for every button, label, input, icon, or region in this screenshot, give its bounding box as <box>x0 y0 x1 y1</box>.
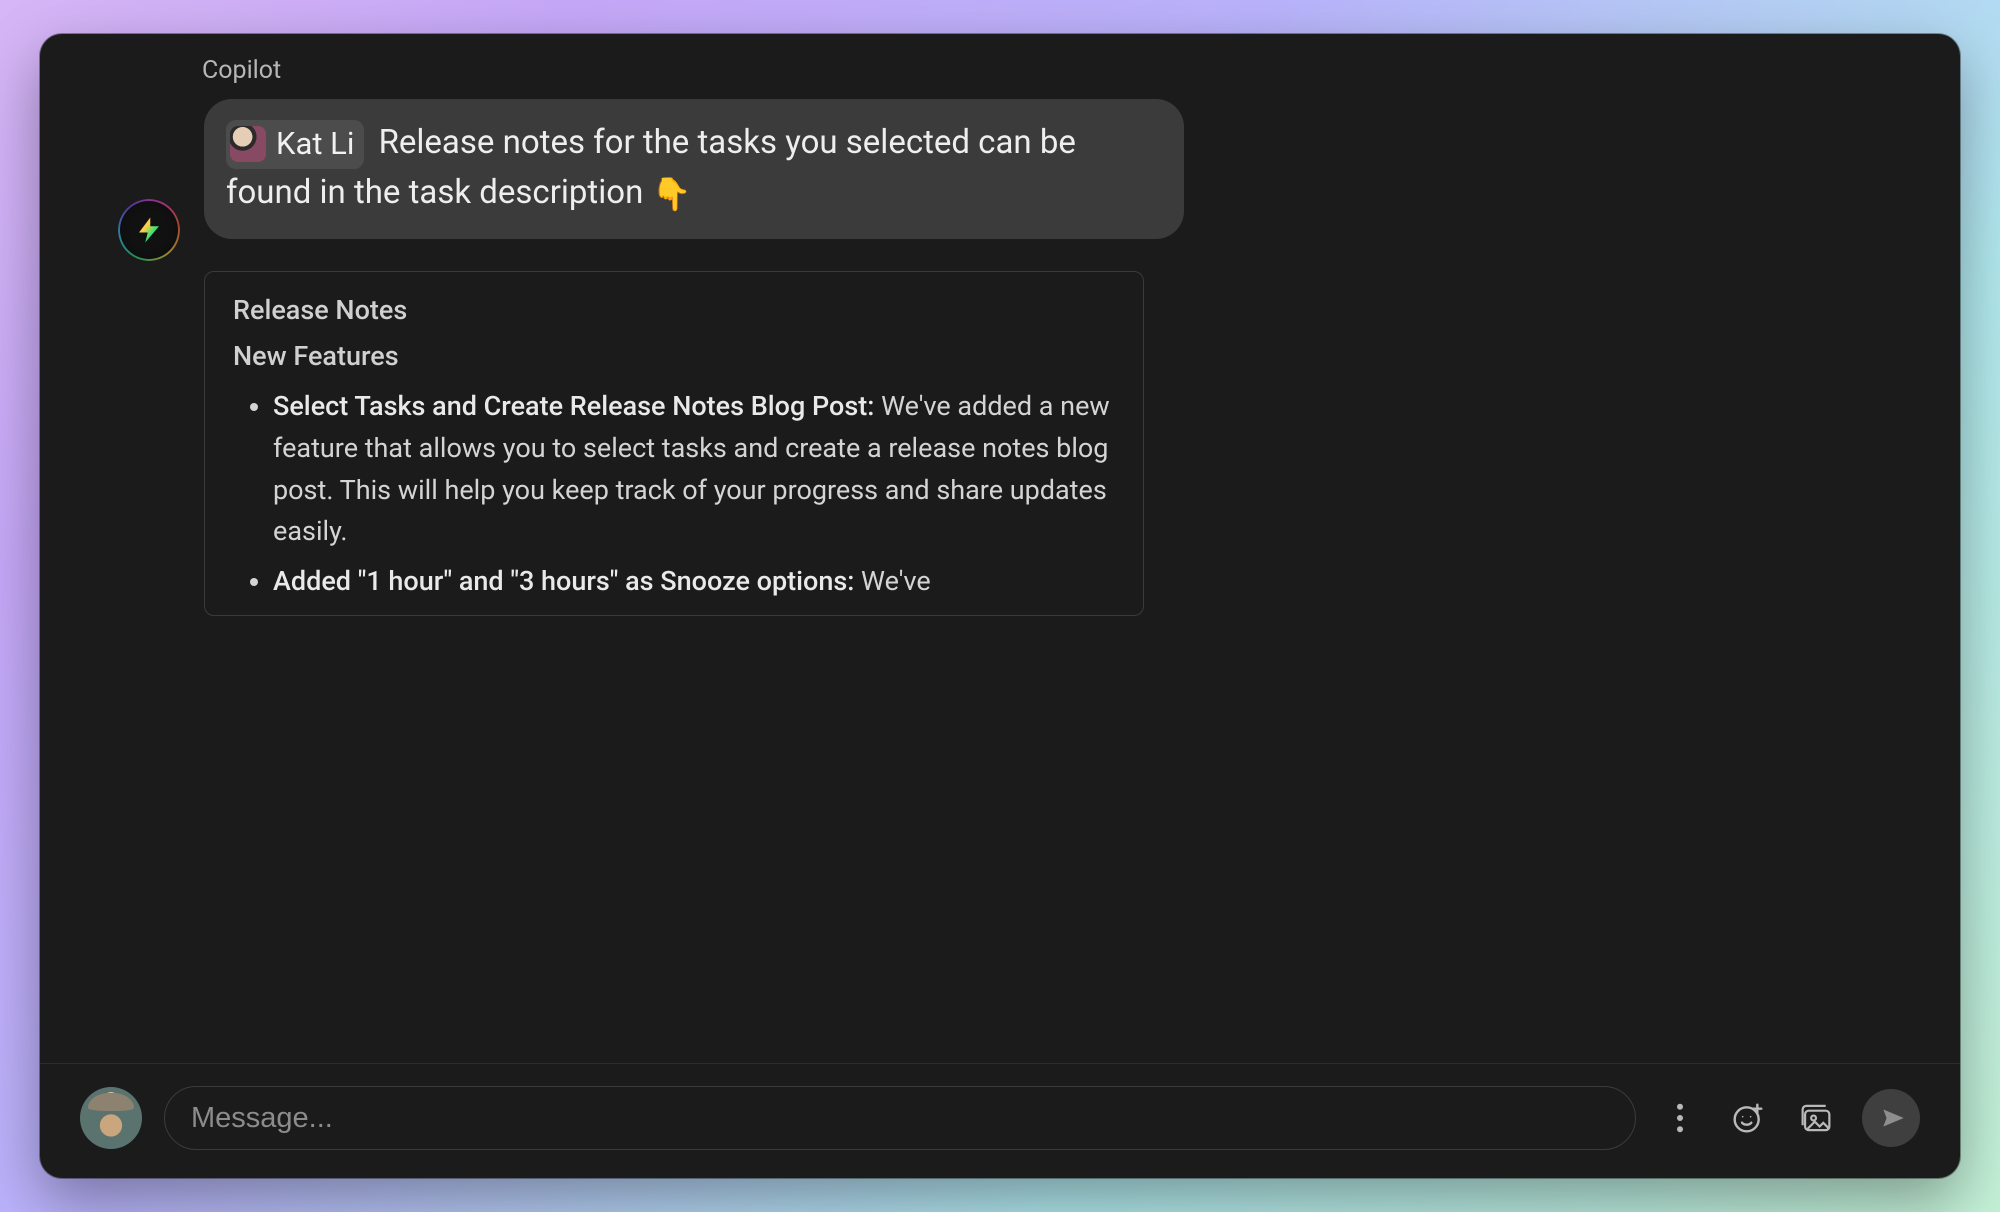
emoji-button[interactable] <box>1726 1096 1770 1140</box>
chat-scroll-area[interactable]: Copilot <box>40 34 1960 1063</box>
attach-image-button[interactable] <box>1794 1096 1838 1140</box>
list-item-title: Select Tasks and Create Release Notes Bl… <box>273 390 874 422</box>
send-button[interactable] <box>1862 1089 1920 1147</box>
send-icon <box>1880 1105 1906 1131</box>
notes-heading: Release Notes <box>233 290 1115 332</box>
release-notes-card[interactable]: Release Notes New Features Select Tasks … <box>204 271 1144 616</box>
list-item: Select Tasks and Create Release Notes Bl… <box>273 386 1115 553</box>
sender-label: Copilot <box>112 56 1888 85</box>
message-bubble: Kat Li Release notes for the tasks you s… <box>204 99 1184 239</box>
composer-actions <box>1658 1089 1920 1147</box>
copilot-avatar <box>118 199 180 261</box>
point-down-emoji: 👇 <box>652 175 692 213</box>
list-item-body: We've <box>854 565 930 597</box>
message-input[interactable] <box>191 1102 1609 1135</box>
list-item: Added "1 hour" and "3 hours" as Snooze o… <box>273 561 1115 603</box>
composer-bar <box>40 1063 1960 1178</box>
user-avatar[interactable] <box>80 1087 142 1149</box>
mention-avatar <box>230 126 266 162</box>
kebab-icon <box>1676 1103 1684 1133</box>
image-stack-icon <box>1799 1103 1833 1133</box>
emoji-plus-icon <box>1732 1102 1764 1134</box>
message-column: Kat Li Release notes for the tasks you s… <box>204 99 1888 616</box>
list-item-title: Added "1 hour" and "3 hours" as Snooze o… <box>273 565 854 597</box>
bolt-icon <box>134 215 164 245</box>
composer[interactable] <box>164 1086 1636 1150</box>
notes-list: Select Tasks and Create Release Notes Bl… <box>233 386 1115 603</box>
chat-window: Copilot <box>40 34 1960 1178</box>
notes-subheading: New Features <box>233 336 1115 378</box>
mention-pill[interactable]: Kat Li <box>226 120 364 169</box>
scroll-fade <box>40 1035 1960 1063</box>
message-row: Kat Li Release notes for the tasks you s… <box>112 99 1888 616</box>
more-options-button[interactable] <box>1658 1096 1702 1140</box>
mention-name: Kat Li <box>276 122 354 167</box>
